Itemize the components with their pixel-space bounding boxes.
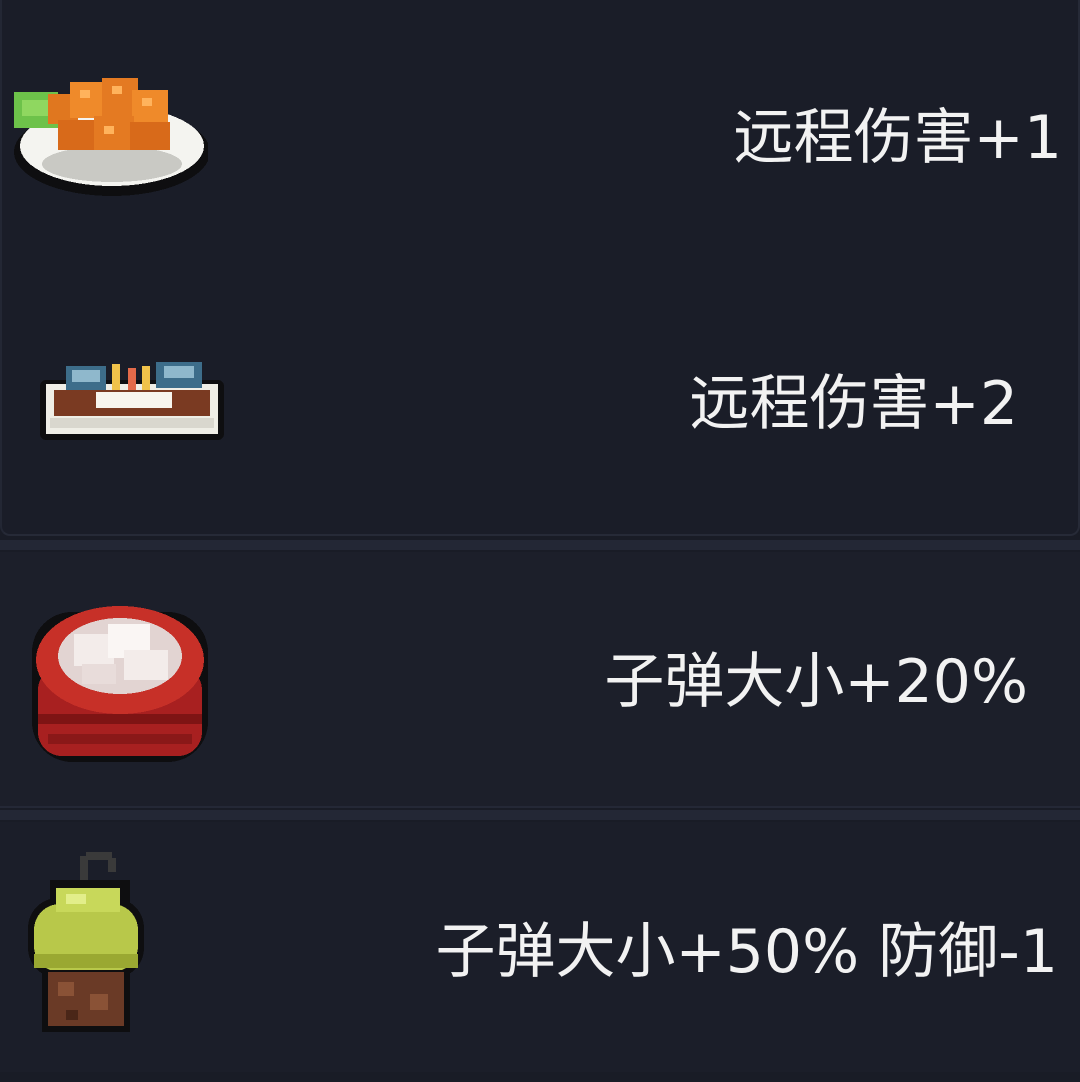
mushroom-pot-icon xyxy=(20,850,150,1040)
panel-divider xyxy=(0,540,1080,550)
item-effect-text: 远程伤害+1 xyxy=(733,103,1062,173)
fried-chicken-plate-icon xyxy=(8,70,208,200)
list-item[interactable]: 子弹大小+20% xyxy=(0,552,1080,812)
list-item[interactable]: 远程伤害+2 xyxy=(0,268,1080,528)
list-item[interactable]: 远程伤害+1 xyxy=(0,0,1080,260)
item-effect-text: 子弹大小+50% 防御-1 xyxy=(435,917,1058,987)
list-item[interactable]: 子弹大小+50% 防御-1 xyxy=(0,822,1080,1082)
item-effect-text: 远程伤害+2 xyxy=(689,369,1018,439)
fish-dish-icon xyxy=(36,352,228,448)
item-effect-text: 子弹大小+20% xyxy=(604,647,1028,717)
dumpling-bucket-icon xyxy=(28,594,212,774)
